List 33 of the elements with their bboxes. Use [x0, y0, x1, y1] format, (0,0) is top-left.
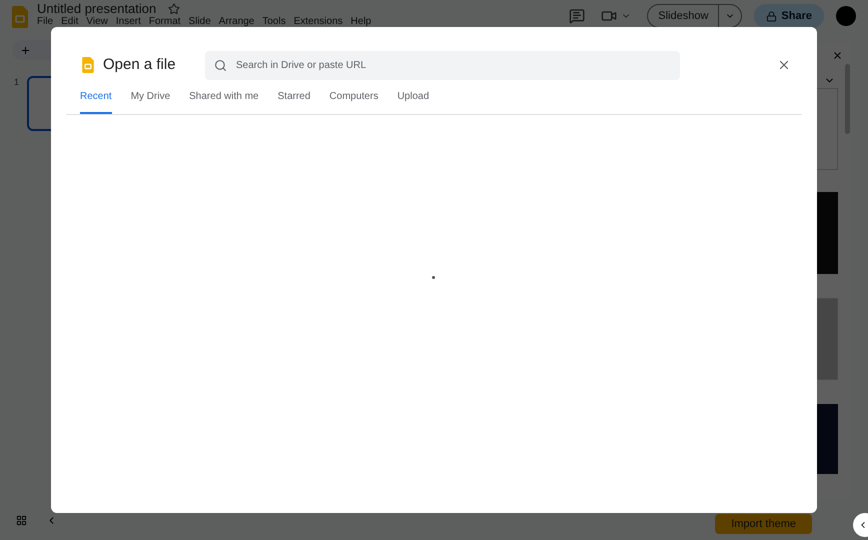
tab[interactable]: Upload: [397, 89, 430, 114]
close-icon[interactable]: [832, 50, 843, 61]
menu-item[interactable]: File: [37, 16, 54, 27]
tab[interactable]: Shared with me: [189, 89, 259, 114]
presentation-title[interactable]: Untitled presentation: [37, 2, 156, 16]
menu-item[interactable]: Insert: [116, 16, 141, 27]
close-icon[interactable]: [777, 58, 791, 72]
menu-item[interactable]: Help: [350, 16, 372, 27]
tab[interactable]: Starred: [278, 89, 310, 114]
search-field[interactable]: Search in Drive or paste URL: [205, 50, 680, 80]
menu-item[interactable]: Arrange: [218, 16, 254, 27]
slides-logo: [12, 6, 28, 28]
tab[interactable]: Recent: [80, 89, 112, 114]
lock-icon: [766, 10, 778, 22]
slide-number: 1: [14, 76, 20, 89]
comment-icon[interactable]: [569, 8, 586, 24]
tab[interactable]: My Drive: [130, 89, 170, 114]
import-theme-button[interactable]: Import theme: [715, 514, 812, 534]
menu-item[interactable]: View: [86, 16, 108, 27]
share-button[interactable]: Share: [754, 4, 824, 28]
menu-item[interactable]: Slide: [188, 16, 211, 27]
star-icon[interactable]: [168, 3, 180, 15]
search-icon: [214, 58, 227, 72]
avatar[interactable]: [836, 6, 856, 26]
dialog-title: Open a file: [103, 54, 177, 75]
menu-item[interactable]: Format: [148, 16, 181, 27]
menu-item[interactable]: Tools: [262, 16, 286, 27]
menu-item[interactable]: Extensions: [294, 16, 343, 27]
grid-view-icon[interactable]: [16, 514, 27, 526]
tab[interactable]: Computers: [329, 89, 378, 114]
new-slide-icon[interactable]: [20, 44, 31, 56]
slides-logo: [82, 57, 94, 73]
menu-item[interactable]: Edit: [61, 16, 78, 27]
